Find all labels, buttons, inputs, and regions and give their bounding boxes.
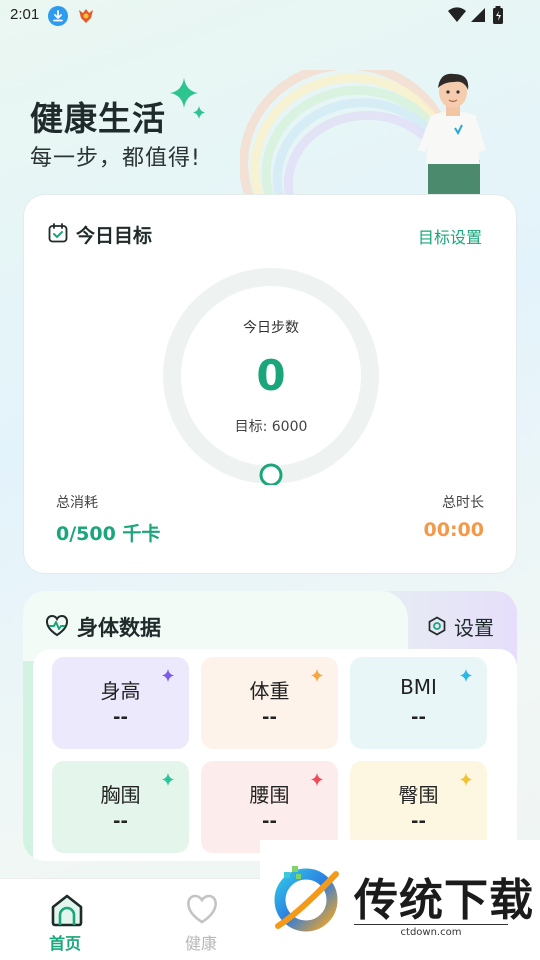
- sparkle-icon: [162, 669, 174, 682]
- heart-icon[interactable]: [185, 893, 219, 925]
- sparkle-icon: [170, 78, 198, 108]
- sparkle-icon: [311, 773, 323, 786]
- sparkle-icon: [193, 106, 205, 119]
- watermark-brand: 传统下载: [354, 875, 534, 926]
- goal-card: 今日目标 目标设置 今日步数 0 目标: 6000 总消耗 0/500 千卡 总…: [23, 194, 517, 574]
- signal-icon: [471, 8, 485, 22]
- metric-value: --: [262, 707, 277, 728]
- metric-value: --: [113, 811, 128, 832]
- metric-height[interactable]: 身高 --: [52, 657, 189, 749]
- calories-value: 0/500 千卡: [56, 523, 161, 545]
- steps-label: 今日步数: [243, 320, 299, 336]
- duration-value: 00:00: [423, 519, 484, 541]
- goal-title: 今日目标: [76, 225, 153, 247]
- watermark-url: ctdown.com: [354, 924, 508, 938]
- sparkle-icon: [162, 773, 174, 786]
- sparkle-icon: [460, 669, 472, 682]
- nav-health-tab[interactable]: 健康: [185, 930, 217, 954]
- hero-title: 健康生活: [30, 99, 166, 138]
- watermark: 传统下载 ctdown.com: [260, 840, 540, 940]
- wifi-icon: [448, 7, 466, 23]
- heart-pulse-icon: [46, 615, 68, 637]
- metric-bmi[interactable]: BMI --: [350, 657, 487, 749]
- body-data-card: 身体数据 设置 身高 -- 体重 -- BMI -- 胸围 -- 腰围 -- 臀…: [23, 591, 517, 861]
- metric-value: --: [411, 811, 426, 832]
- progress-knob: [259, 463, 283, 485]
- settings-icon[interactable]: [427, 616, 447, 636]
- app-notification-icon: [79, 9, 93, 23]
- duration-label: 总时长: [442, 495, 484, 511]
- watermark-logo-icon: [274, 866, 339, 932]
- calories-label: 总消耗: [56, 495, 98, 511]
- battery-icon: [493, 6, 503, 24]
- sparkle-icon: [460, 773, 472, 786]
- steps-target: 目标: 6000: [234, 419, 308, 435]
- nav-home-tab[interactable]: 首页: [49, 930, 81, 954]
- metric-value: --: [411, 707, 426, 728]
- metric-value: --: [262, 811, 277, 832]
- steps-value: 0: [256, 351, 286, 400]
- download-notification-icon: [48, 6, 68, 26]
- metric-weight[interactable]: 体重 --: [201, 657, 338, 749]
- goal-settings-link[interactable]: 目标设置: [418, 224, 482, 248]
- metric-value: --: [113, 707, 128, 728]
- metric-chest[interactable]: 胸围 --: [52, 761, 189, 853]
- home-icon[interactable]: [49, 893, 85, 927]
- calendar-check-icon: [48, 223, 68, 243]
- sparkle-icon: [311, 669, 323, 682]
- body-data-settings-button[interactable]: 设置: [454, 612, 494, 641]
- mascot-illustration: [418, 73, 486, 196]
- status-bar: 2:01: [0, 0, 540, 32]
- hero-subtitle: 每一步，都值得!: [30, 146, 201, 171]
- body-data-title: 身体数据: [77, 616, 161, 640]
- status-time: 2:01: [10, 6, 40, 23]
